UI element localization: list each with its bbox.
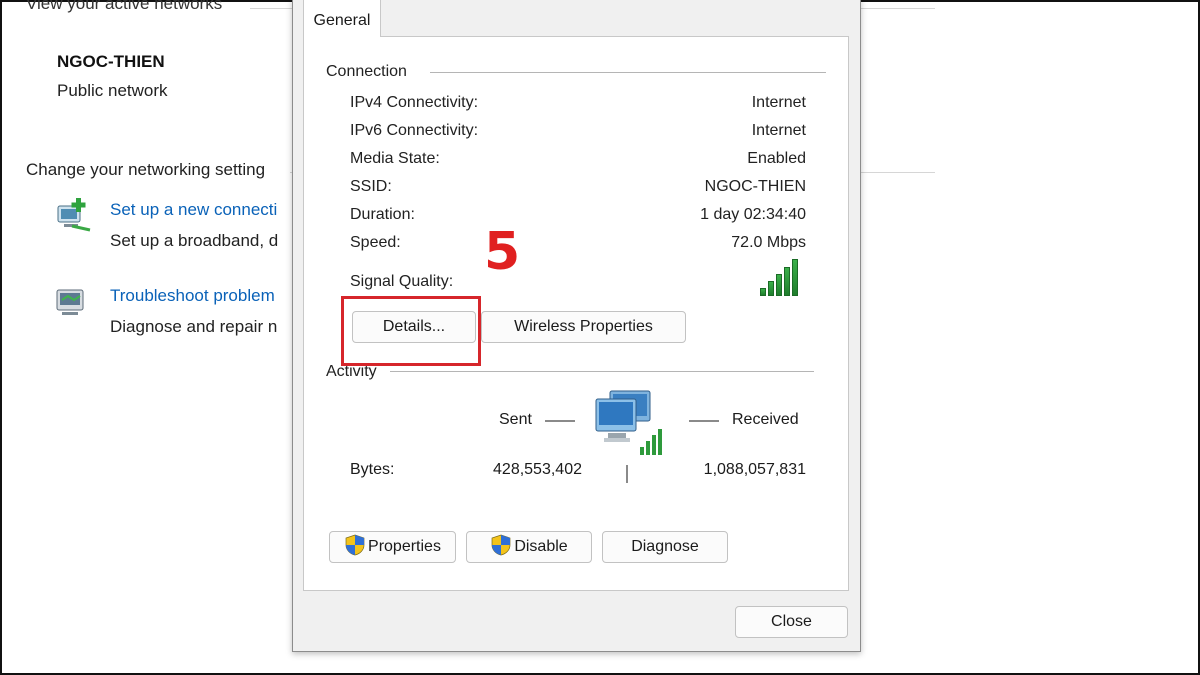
setup-connection-description: Set up a broadband, d xyxy=(110,231,279,250)
wireless-properties-button[interactable]: Wireless Properties xyxy=(481,311,686,343)
media-state-label: Media State: xyxy=(350,150,440,167)
shield-icon xyxy=(344,534,366,561)
network-type: Public network xyxy=(57,81,168,100)
details-highlight-box xyxy=(341,296,481,366)
disable-button[interactable]: Disable xyxy=(466,531,592,563)
activity-group-line xyxy=(390,371,814,372)
network-name: NGOC-THIEN xyxy=(57,52,165,71)
disable-button-label: Disable xyxy=(514,538,568,555)
properties-button-label: Properties xyxy=(368,538,441,555)
connection-group-label: Connection xyxy=(326,63,413,81)
shield-icon xyxy=(490,534,512,561)
sent-label: Sent xyxy=(499,411,532,428)
ipv6-label: IPv6 Connectivity: xyxy=(350,122,479,139)
media-state-value: Enabled xyxy=(747,150,806,167)
ipv4-value: Internet xyxy=(751,94,806,111)
active-networks-heading: View your active networks xyxy=(26,0,223,13)
troubleshoot-description: Diagnose and repair n xyxy=(110,317,278,336)
bytes-received-value: 1,088,057,831 xyxy=(703,461,806,478)
properties-button[interactable]: Properties xyxy=(329,531,456,563)
duration-value: 1 day 02:34:40 xyxy=(700,206,806,223)
setup-connection-icon xyxy=(54,196,94,236)
connection-group-line xyxy=(430,72,826,73)
step-number: 5 xyxy=(484,222,521,282)
network-computers-icon xyxy=(594,389,668,459)
tab-general[interactable]: General xyxy=(303,0,381,37)
change-settings-heading: Change your networking setting xyxy=(26,160,266,179)
ssid-value: NGOC-THIEN xyxy=(704,178,806,195)
sent-line xyxy=(545,420,575,422)
signal-strength-icon xyxy=(760,259,798,296)
received-line xyxy=(689,420,719,422)
speed-label: Speed: xyxy=(350,234,401,251)
signal-quality-label: Signal Quality: xyxy=(350,273,454,290)
bytes-divider xyxy=(626,465,628,483)
troubleshoot-link[interactable]: Troubleshoot problem xyxy=(110,286,275,306)
close-button[interactable]: Close xyxy=(735,606,848,638)
setup-connection-link[interactable]: Set up a new connecti xyxy=(110,200,277,220)
duration-label: Duration: xyxy=(350,206,415,223)
bytes-label: Bytes: xyxy=(350,461,395,478)
ipv4-label: IPv4 Connectivity: xyxy=(350,94,479,111)
speed-value: 72.0 Mbps xyxy=(731,234,806,251)
ipv6-value: Internet xyxy=(751,122,806,139)
diagnose-button[interactable]: Diagnose xyxy=(602,531,728,563)
ssid-label: SSID: xyxy=(350,178,392,195)
bytes-sent-value: 428,553,402 xyxy=(493,461,582,478)
received-label: Received xyxy=(732,411,799,428)
troubleshoot-icon xyxy=(54,284,94,320)
